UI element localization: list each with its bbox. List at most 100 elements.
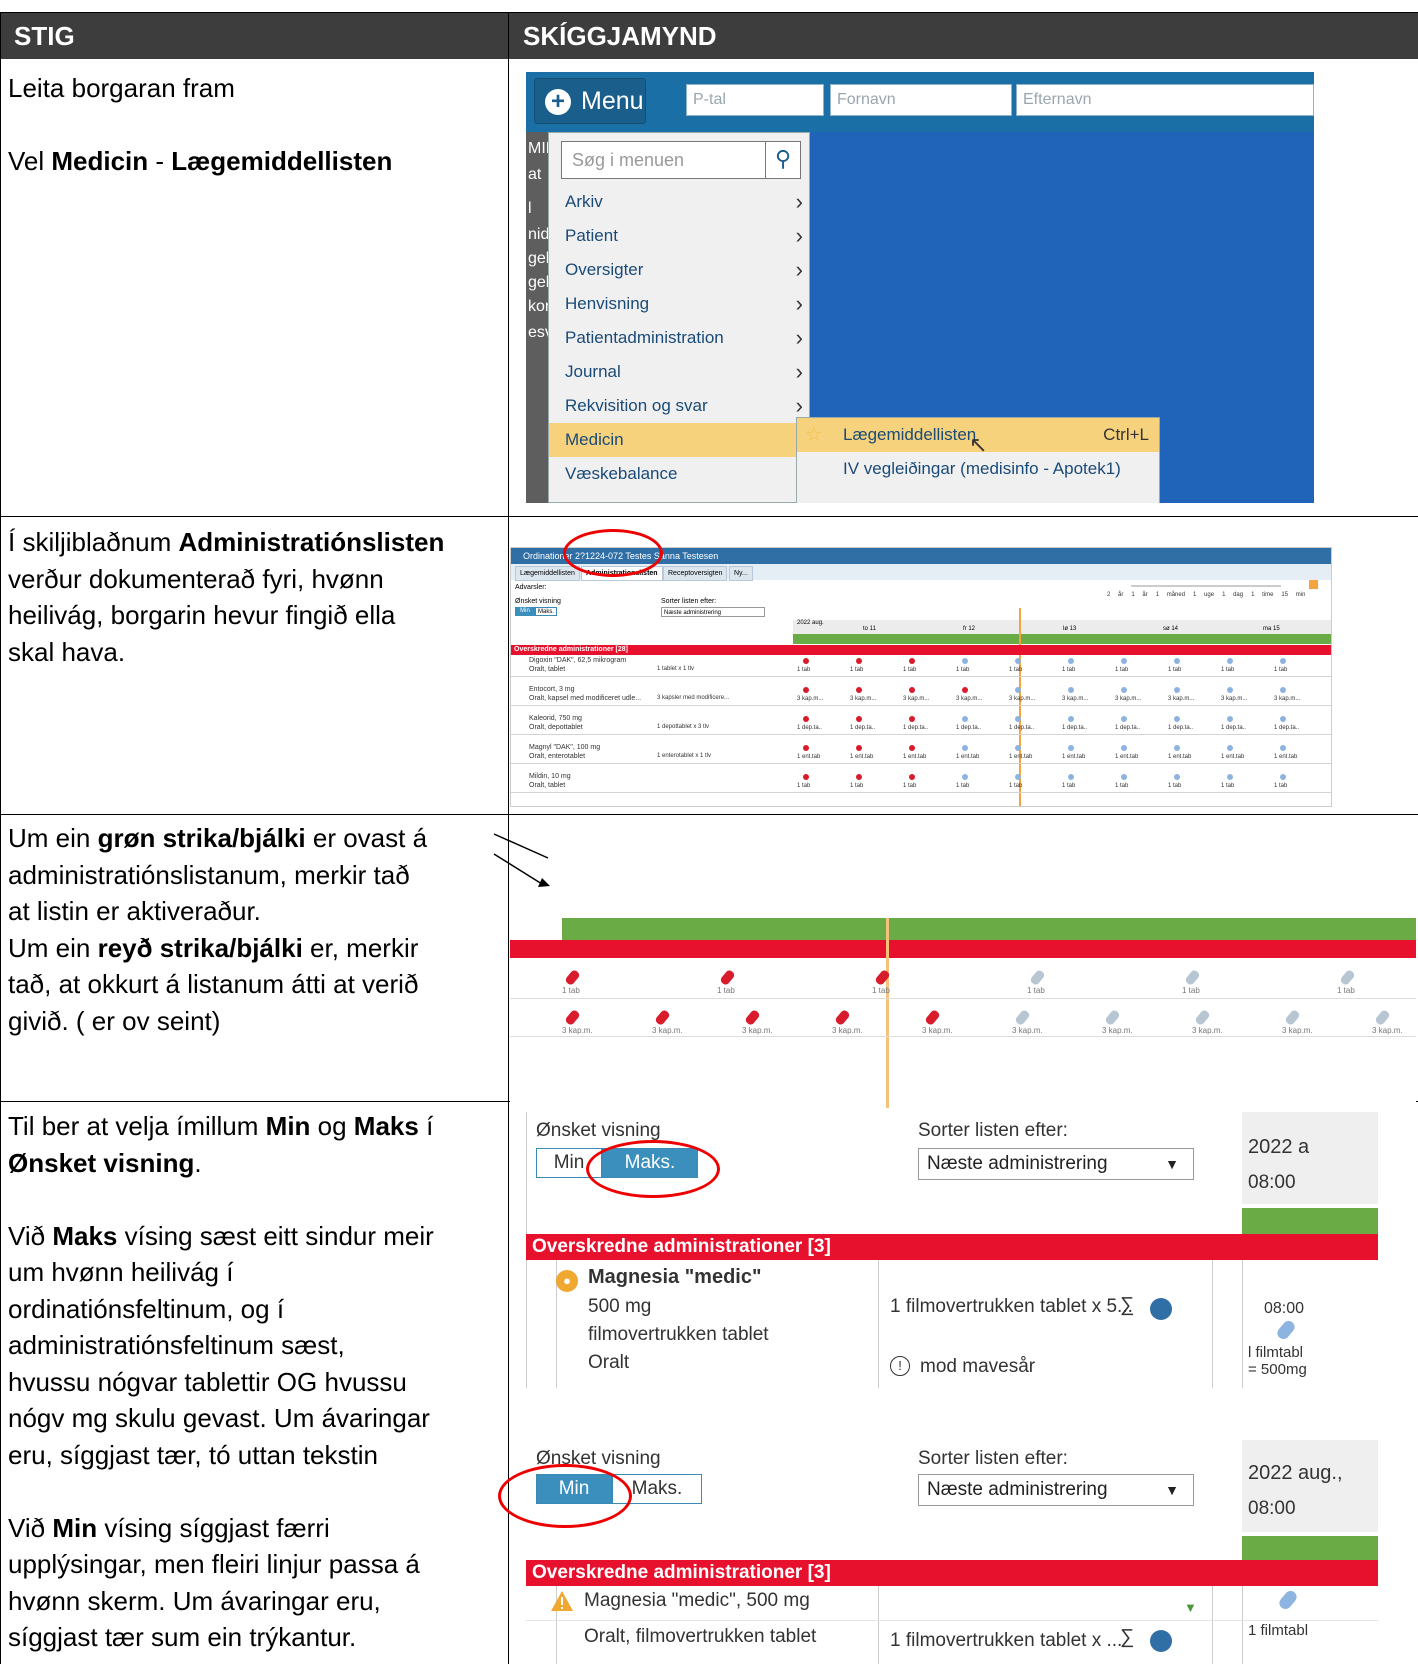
dose-pill-icon[interactable]	[719, 968, 736, 987]
dose-pill-icon[interactable]	[1280, 687, 1286, 693]
dose-pill-icon[interactable]	[803, 716, 809, 722]
sort-select[interactable]: Næste administrering ▼	[918, 1148, 1194, 1180]
menu-item-rekvisition-og-svar[interactable]: Rekvisition og svar ›	[549, 389, 809, 423]
table-row[interactable]: Mildin, 10 mg Oralt, tablet 1 tab 1 tab 1 ta…	[511, 771, 1331, 793]
tab-ny[interactable]: Ny...	[729, 566, 753, 581]
clock-icon[interactable]	[1150, 1630, 1172, 1652]
dose-pill-icon[interactable]	[1121, 774, 1127, 780]
sort-select[interactable]: Næste administrering ▼	[918, 1474, 1194, 1506]
dose-pill-icon[interactable]	[856, 774, 862, 780]
dose-pill-icon[interactable]	[909, 716, 915, 722]
dose-pill-icon[interactable]	[1280, 658, 1286, 664]
dose-pill-icon[interactable]	[1280, 716, 1286, 722]
dose-pill-icon[interactable]	[564, 968, 581, 987]
zoom-option[interactable]: 1 time	[1251, 592, 1273, 598]
dose-pill-icon[interactable]	[803, 774, 809, 780]
table-row[interactable]: Digoxin "DAK", 62,5 mikrogram Oralt, tabl…	[511, 655, 1331, 677]
dose-pill-icon[interactable]	[1068, 745, 1074, 751]
search-icon[interactable]: ⚲	[765, 142, 800, 178]
dose-pill-icon[interactable]	[1029, 968, 1046, 987]
dose-pill-icon[interactable]	[962, 716, 968, 722]
zoom-option[interactable]: 1 år	[1131, 592, 1147, 598]
dose-pill-icon[interactable]	[1015, 774, 1021, 780]
dose-pill-icon[interactable]	[1227, 658, 1233, 664]
dose-pill-icon[interactable]	[1339, 968, 1356, 987]
dose-pill-icon[interactable]	[962, 658, 968, 664]
dose-pill-icon[interactable]	[654, 1008, 671, 1027]
dose-pill-icon[interactable]	[856, 687, 862, 693]
fornavn-field[interactable]: Fornavn	[830, 84, 1012, 116]
expand-arrow-icon[interactable]: ▼	[1184, 1600, 1197, 1615]
tab-receptoversigten[interactable]: Receptoversigten	[663, 566, 728, 581]
zoom-option[interactable]: 1 uge	[1193, 592, 1214, 598]
dose-pill-icon[interactable]	[564, 1008, 581, 1027]
menu-item-væskebalance[interactable]: Væskebalance›	[549, 457, 809, 491]
dose-pill-icon[interactable]	[1227, 687, 1233, 693]
menu-item-arkiv[interactable]: Arkiv ›	[549, 185, 809, 219]
dose-pill-icon[interactable]	[909, 687, 915, 693]
dose-pill-icon[interactable]	[924, 1008, 941, 1027]
view-min-button[interactable]: Min	[515, 607, 535, 616]
zoom-option[interactable]: 2 år	[1107, 592, 1123, 598]
zoom-option[interactable]: 1 dag	[1222, 592, 1243, 598]
dose-pill-icon[interactable]	[856, 658, 862, 664]
dose-pill-icon[interactable]	[803, 745, 809, 751]
dose-pill-icon[interactable]	[1068, 687, 1074, 693]
zoom-option[interactable]: 1 måned	[1156, 592, 1185, 598]
dose-pill-icon[interactable]	[962, 687, 968, 693]
dose-pill-icon[interactable]	[1015, 687, 1021, 693]
dose-pill-icon[interactable]	[1121, 687, 1127, 693]
dose-pill-icon[interactable]	[1184, 968, 1201, 987]
dose-pill-icon[interactable]	[1174, 716, 1180, 722]
dose-pill-icon[interactable]	[1068, 658, 1074, 664]
dose-pill-icon[interactable]	[1068, 774, 1074, 780]
menu-item-henvisning[interactable]: Henvisning ›	[549, 287, 809, 321]
filter-icon[interactable]	[1309, 580, 1318, 589]
dose-pill-icon[interactable]	[856, 745, 862, 751]
dose-pill-icon[interactable]	[1174, 658, 1180, 664]
p-tal-field[interactable]: P-tal	[686, 84, 824, 116]
dose-pill-icon[interactable]	[1280, 774, 1286, 780]
dose-pill-icon[interactable]	[1374, 1008, 1391, 1027]
dose-pill-icon[interactable]	[1227, 774, 1233, 780]
submenu-item-laegemiddellisten[interactable]: ☆ Lægemiddellisten Ctrl+L ↖	[797, 418, 1159, 457]
menu-search-input[interactable]: Søg i menuen ⚲	[561, 141, 801, 179]
dose-pill-icon[interactable]	[1174, 745, 1180, 751]
dose-pill-icon[interactable]	[856, 716, 862, 722]
dose-pill-icon[interactable]	[1174, 774, 1180, 780]
dose-pill-icon[interactable]	[834, 1008, 851, 1027]
dose-pill-icon[interactable]	[1068, 716, 1074, 722]
dose-pill-icon[interactable]	[1227, 745, 1233, 751]
menu-item-medicin[interactable]: Medicin›	[549, 423, 809, 457]
dose-pill-icon[interactable]	[962, 774, 968, 780]
dose-pill-icon[interactable]	[909, 745, 915, 751]
sigma-icon[interactable]: ∑	[1120, 1294, 1134, 1317]
clock-icon[interactable]	[1150, 1298, 1172, 1320]
sort-select[interactable]: Næste administrering	[661, 607, 765, 617]
table-row[interactable]: Magnyl "DAK", 100 mg Oralt, enterotablet 1…	[511, 742, 1331, 764]
dose-pill-icon[interactable]	[1121, 716, 1127, 722]
sigma-icon[interactable]: ∑	[1120, 1626, 1134, 1649]
submenu-item-iv[interactable]: IV vegleiðingar (medisinfo - Apotek1)	[797, 452, 1159, 486]
dose-pill-icon[interactable]	[803, 687, 809, 693]
dose-pill-icon[interactable]	[1284, 1008, 1301, 1027]
dose-pill-icon[interactable]	[1174, 687, 1180, 693]
dose-pill-icon[interactable]	[1104, 1008, 1121, 1027]
dose-pill-icon[interactable]	[1121, 658, 1127, 664]
menu-item-oversigter[interactable]: Oversigter ›	[549, 253, 809, 287]
view-max-button[interactable]: Maks.	[535, 607, 557, 616]
dose-pill-icon[interactable]	[744, 1008, 761, 1027]
efternavn-field[interactable]: Efternavn	[1016, 84, 1314, 116]
dose-pill-icon[interactable]	[1280, 745, 1286, 751]
menu-item-patient[interactable]: Patient ›	[549, 219, 809, 253]
dose-pill-icon[interactable]	[962, 745, 968, 751]
tab-laegemiddellisten[interactable]: Lægemiddellisten	[515, 566, 580, 581]
dose-pill-icon[interactable]	[1015, 716, 1021, 722]
dose-pill-icon[interactable]	[803, 658, 809, 664]
zoom-slider[interactable]	[1131, 585, 1281, 587]
zoom-option[interactable]: 15 min	[1281, 592, 1305, 598]
dose-pill-icon[interactable]	[909, 774, 915, 780]
dose-pill-icon[interactable]	[909, 658, 915, 664]
dose-pill-icon[interactable]	[1194, 1008, 1211, 1027]
dose-pill-icon[interactable]	[1015, 745, 1021, 751]
